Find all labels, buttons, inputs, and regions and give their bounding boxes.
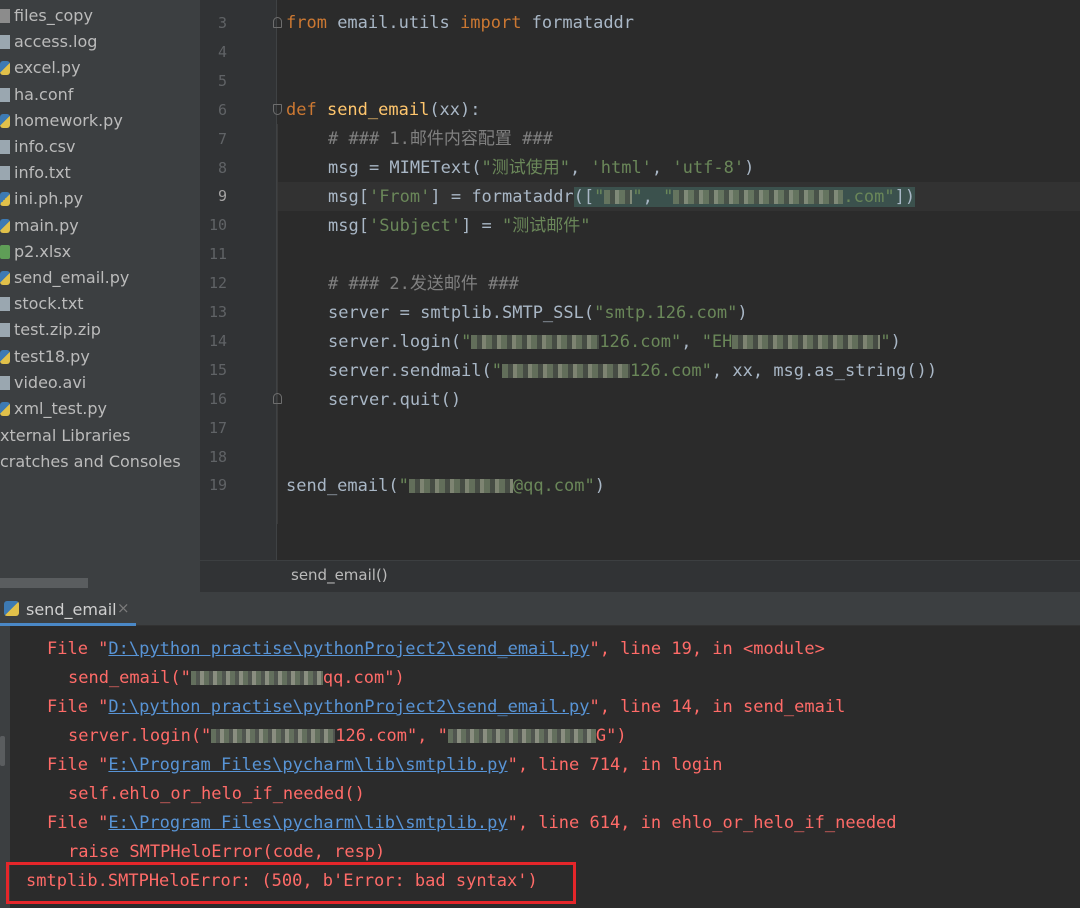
python-file-icon <box>0 349 10 364</box>
console-line: send_email(" qq.com") <box>68 668 405 688</box>
line-number: 19 <box>208 476 227 495</box>
redacted-text <box>502 364 631 378</box>
redacted-text <box>408 479 513 493</box>
fold-marker-icon[interactable] <box>273 17 282 28</box>
code-editor[interactable]: 3 4 5 6 7 8 9 10 11 12 13 14 15 16 17 18 19 from email.u… <box>200 0 1080 560</box>
tree-item-label: files_copy <box>14 6 93 25</box>
fold-marker-icon[interactable] <box>273 393 282 404</box>
redacted-text <box>190 671 323 685</box>
line-number: 11 <box>208 245 227 264</box>
tree-item-label: test.zip.zip <box>14 320 101 340</box>
text-file-icon <box>0 166 10 181</box>
file-link[interactable]: E:\Program Files\pycharm\lib\smtplib.py <box>108 813 507 833</box>
console-line: File "E:\Program Files\pycharm\lib\smtpl… <box>47 813 897 833</box>
line-number: 10 <box>208 216 227 235</box>
line-number: 4 <box>217 42 227 61</box>
code-line-12: # ### 2.发送邮件 ### <box>328 274 519 294</box>
redacted-text <box>211 729 336 743</box>
line-number: 15 <box>208 360 227 379</box>
indent-guide <box>277 124 278 524</box>
python-icon <box>4 601 19 616</box>
file-link[interactable]: D:\python practise\pythonProject2\send_e… <box>108 639 589 659</box>
text-file-icon <box>0 297 10 312</box>
line-number: 3 <box>217 14 227 32</box>
line-number: 6 <box>217 100 227 119</box>
code-line-16: server.quit() <box>328 390 462 410</box>
error-highlight-box <box>6 862 576 904</box>
tree-item-label: xternal Libraries <box>0 426 131 445</box>
line-number: 13 <box>208 303 227 321</box>
python-file-icon <box>0 192 10 207</box>
line-number: 7 <box>217 129 227 148</box>
text-file-icon <box>0 140 10 154</box>
python-file-icon <box>0 61 10 76</box>
code-line-8: msg = MIMEText("测试使用", 'html', 'utf-8') <box>328 158 755 178</box>
redacted-text <box>604 190 633 204</box>
tree-item-label: ini.ph.py <box>14 189 84 209</box>
console-line: server.login(" 126.com", " G") <box>68 726 627 746</box>
redacted-text <box>447 729 596 743</box>
tree-item-label: p2.xlsx <box>14 241 72 261</box>
line-number: 8 <box>217 158 227 177</box>
tree-item-label: main.py <box>14 215 79 235</box>
console-line: File "E:\Program Files\pycharm\lib\smtpl… <box>47 755 723 775</box>
file-link[interactable]: E:\Program Files\pycharm\lib\smtplib.py <box>108 755 507 775</box>
tree-item-label: homework.py <box>14 110 123 130</box>
tree-item-label: excel.py <box>14 58 81 78</box>
run-toolbar-handle[interactable] <box>0 736 5 766</box>
tree-item-label: test18.py <box>14 346 90 366</box>
breadcrumb: send_email() <box>200 560 1080 592</box>
code-line-3: from email.utils import formataddr <box>286 13 635 33</box>
file-link[interactable]: D:\python practise\pythonProject2\send_e… <box>108 697 589 717</box>
python-file-icon <box>0 271 10 285</box>
code-line-9: msg['From'] = formataddr([" ", " .com"]) <box>328 187 916 207</box>
tree-item-label: video.avi <box>14 372 87 392</box>
tree-item-label: info.csv <box>14 137 76 156</box>
breadcrumb-item[interactable]: send_email() <box>291 566 388 584</box>
line-number: 12 <box>208 274 227 293</box>
tree-horizontal-scrollbar[interactable] <box>0 578 88 588</box>
tree-item-label: info.txt <box>14 163 71 183</box>
line-number: 18 <box>208 447 227 466</box>
line-number: 9 <box>217 187 227 206</box>
code-line-15: server.sendmail(" 126.com", xx, msg.as_st… <box>328 361 938 381</box>
code-line-10: msg['Subject'] = "测试邮件" <box>328 216 591 236</box>
console-line: self.ehlo_or_helo_if_needed() <box>68 784 365 804</box>
line-number: 5 <box>217 71 227 90</box>
tree-item-label: ha.conf <box>14 84 74 104</box>
redacted-text <box>471 335 600 349</box>
redacted-text <box>732 335 881 349</box>
run-tool-window-header: send_email × <box>0 592 1080 626</box>
tree-item-label: xml_test.py <box>14 399 107 418</box>
python-file-icon <box>0 218 10 233</box>
code-line-7: # ### 1.邮件内容配置 ### <box>328 129 553 149</box>
text-file-icon <box>0 323 10 338</box>
python-file-icon <box>0 113 10 128</box>
tree-item-label: stock.txt <box>14 294 84 314</box>
line-number: 17 <box>208 418 227 437</box>
code-line-13: server = smtplib.SMTP_SSL("smtp.126.com"… <box>328 303 748 323</box>
run-tab-label: send_email <box>26 600 117 619</box>
code-line-14: server.login(" 126.com", "EH ") <box>328 332 901 352</box>
text-file-icon <box>0 375 10 390</box>
line-number: 16 <box>208 389 227 408</box>
python-file-icon <box>0 402 10 416</box>
close-icon[interactable]: × <box>117 599 130 617</box>
code-line-19: send_email(" @qq.com") <box>286 476 605 496</box>
redacted-text <box>673 190 844 204</box>
text-file-icon <box>0 87 10 102</box>
fold-marker-icon[interactable] <box>273 104 282 115</box>
tree-item-label: send_email.py <box>14 268 130 287</box>
tree-item-label: access.log <box>14 32 98 52</box>
console-line: File "D:\python practise\pythonProject2\… <box>47 697 846 717</box>
console-line: File "D:\python practise\pythonProject2\… <box>47 639 825 659</box>
spreadsheet-icon <box>0 244 10 259</box>
tree-item-label: cratches and Consoles <box>0 452 181 471</box>
line-number: 14 <box>208 331 227 350</box>
text-file-icon <box>0 35 10 50</box>
folder-icon <box>0 9 10 23</box>
project-tree: files_copy access.log excel.py ha.conf homew… <box>0 0 200 592</box>
code-line-6: def send_email(xx): <box>286 100 481 120</box>
